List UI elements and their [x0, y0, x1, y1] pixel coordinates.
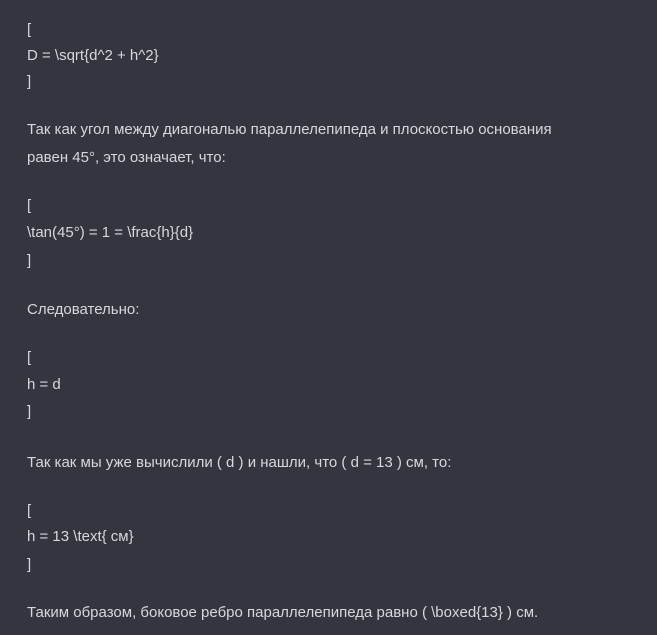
math-block-open-bracket: [ — [27, 349, 32, 366]
math-block-open-bracket: [ — [27, 502, 32, 519]
math-formula-result: h = 13 \text{ см} — [27, 528, 134, 545]
paragraph-line: Таким образом, боковое ребро параллелепи… — [27, 604, 539, 621]
math-block-open-bracket: [ — [27, 21, 32, 38]
math-block-close-bracket: ] — [27, 403, 32, 420]
chat-message: [ D = \sqrt{d^2 + h^2} ] Так как угол ме… — [0, 0, 657, 635]
math-block-open-bracket: [ — [27, 197, 32, 214]
math-block-close-bracket: ] — [27, 556, 32, 573]
math-block-close-bracket: ] — [27, 252, 32, 269]
math-formula-equality: h = d — [27, 376, 61, 393]
paragraph-line: Так как угол между диагональю параллелеп… — [27, 121, 552, 138]
math-block-close-bracket: ] — [27, 73, 32, 90]
paragraph-line: равен 45°, это означает, что: — [27, 149, 226, 166]
math-formula-tangent: \tan(45°) = 1 = \frac{h}{d} — [27, 224, 194, 241]
math-formula-diagonal: D = \sqrt{d^2 + h^2} — [27, 47, 159, 64]
paragraph-line: Следовательно: — [27, 301, 140, 318]
paragraph-line: Так как мы уже вычислили ( d ) и нашли, … — [27, 454, 452, 471]
